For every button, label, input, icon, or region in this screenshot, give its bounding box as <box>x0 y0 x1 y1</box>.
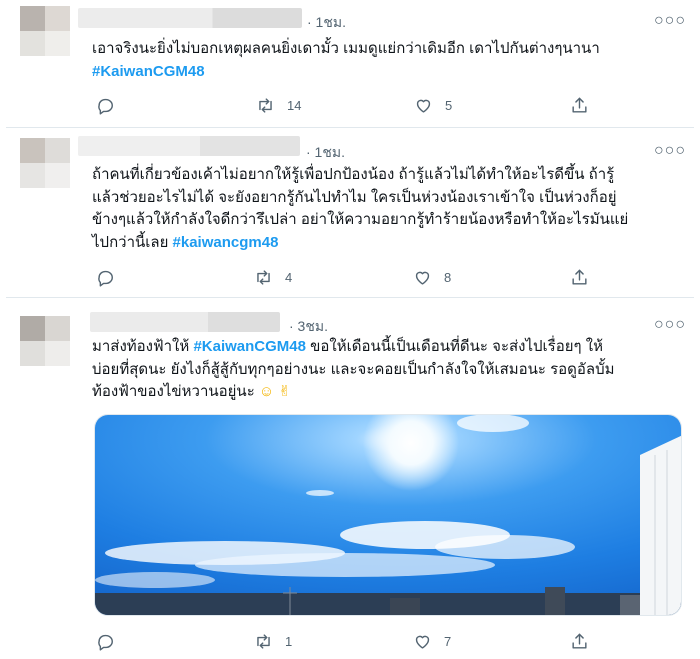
like-button[interactable]: 7 <box>413 629 451 653</box>
like-count: 7 <box>444 633 452 649</box>
share-icon <box>572 633 587 649</box>
retweet-icon <box>259 97 272 113</box>
retweet-count: 1 <box>285 633 293 649</box>
tweet-text-line: แล้วช่วยอะไรไม่ได้ จะยังอยากรู้กันไปทำไม… <box>92 188 617 206</box>
reply-button[interactable] <box>96 629 115 653</box>
tweet-text-line: ข้างๆแล้วให้กำลังใจดีกว่ารึเปล่า อย่าให้… <box>92 211 629 228</box>
heart-icon <box>415 635 430 649</box>
tweet-text-line: บ่อยที่สุดนะ ยังไงก็สู้สู้กับทุกๆอย่างนะ… <box>92 360 615 378</box>
reply-icon <box>98 270 113 287</box>
retweet-button[interactable]: 4 <box>254 265 292 289</box>
tweet-text: เอาจริงนะยิ่งไม่บอกเหตุผลคนยิ่งเดามั้ว เ… <box>92 38 600 83</box>
retweet-icon <box>257 269 270 285</box>
hashtag-link[interactable]: #KaiwanCGM48 <box>92 61 600 84</box>
more-dots-icon[interactable]: ○○○ <box>654 12 686 30</box>
avatar[interactable] <box>20 138 70 188</box>
like-count: 8 <box>444 269 452 285</box>
tweet-actions: 1 7 <box>96 629 616 653</box>
heart-icon <box>416 99 431 113</box>
share-button[interactable] <box>570 265 589 289</box>
username-blurred[interactable] <box>78 136 300 156</box>
reply-icon <box>98 98 113 115</box>
reply-icon <box>98 634 113 651</box>
tweet-1[interactable]: · 1ชม. ○○○ เอาจริงนะยิ่งไม่บอกเหตุผลคนยิ… <box>6 0 694 128</box>
like-button[interactable]: 5 <box>414 93 452 117</box>
username-blurred[interactable] <box>78 8 302 28</box>
retweet-count: 4 <box>285 269 293 285</box>
tweet-text-line: ไปกว่านี้เลย #kaiwancgm48 <box>92 232 628 255</box>
tweet-text-segment: ขอให้เดือนนี้เป็นเดือนที่ดีนะ จะส่งไปเรื… <box>310 338 603 355</box>
share-button[interactable] <box>570 93 589 117</box>
tweet-text-segment: ไปกว่านี้เลย <box>92 233 169 251</box>
reply-button[interactable] <box>96 93 115 117</box>
tweet-text: มาส่งท้องฟ้าให้ #KaiwanCGM48 ขอให้เดือนน… <box>92 336 615 404</box>
like-count: 5 <box>445 97 453 113</box>
tweet-text-line: ท้องฟ้าของไข่หวานอยู่นะ ☺ ✌ <box>92 381 615 404</box>
share-icon <box>572 97 587 113</box>
emoji: ☺ ✌ <box>258 383 291 400</box>
tweet-timestamp[interactable]: · 1ชม. <box>306 142 345 164</box>
tweet-photo-sky[interactable] <box>94 414 682 616</box>
tweet-actions: 14 5 <box>96 93 616 117</box>
retweet-button[interactable]: 14 <box>256 93 301 117</box>
avatar[interactable] <box>20 316 70 366</box>
tweet-text-line: ถ้าคนที่เกี่ยวข้องเค้าไม่อยากให้รู้เพื่อ… <box>92 166 615 183</box>
retweet-count: 14 <box>287 97 302 113</box>
tweet-text-segment: มาส่งท้องฟ้าให้ <box>92 338 190 355</box>
tweet-text-line: เอาจริงนะยิ่งไม่บอกเหตุผลคนยิ่งเดามั้ว เ… <box>92 40 600 57</box>
more-dots-icon[interactable]: ○○○ <box>654 142 686 160</box>
sky-photo-image <box>95 415 681 615</box>
like-button[interactable]: 8 <box>413 265 451 289</box>
tweet-timestamp[interactable]: · 3ชม. <box>289 316 328 338</box>
tweet-actions: 4 8 <box>96 265 616 289</box>
tweet-2[interactable]: · 1ชม. ○○○ ถ้าคนที่เกี่ยวข้องเค้าไม่อยาก… <box>6 128 694 298</box>
hashtag-link[interactable]: #KaiwanCGM48 <box>193 338 306 355</box>
tweet-text: ถ้าคนที่เกี่ยวข้องเค้าไม่อยากให้รู้เพื่อ… <box>92 164 628 254</box>
reply-button[interactable] <box>96 265 115 289</box>
more-dots-icon[interactable]: ○○○ <box>654 316 686 334</box>
share-icon <box>572 269 587 285</box>
hashtag-link[interactable]: #kaiwancgm48 <box>173 234 279 251</box>
heart-icon <box>415 271 430 285</box>
tweet-timestamp[interactable]: · 1ชม. <box>307 12 346 34</box>
retweet-button[interactable]: 1 <box>254 629 292 653</box>
tweet-3[interactable]: · 3ชม. ○○○ มาส่งท้องฟ้าให้ #KaiwanCGM48 … <box>6 298 694 659</box>
retweet-icon <box>257 633 270 649</box>
share-button[interactable] <box>570 629 589 653</box>
tweet-text-line: มาส่งท้องฟ้าให้ #KaiwanCGM48 ขอให้เดือนน… <box>92 336 615 359</box>
username-blurred[interactable] <box>90 312 280 332</box>
avatar[interactable] <box>20 6 70 56</box>
tweet-text-segment: ท้องฟ้าของไข่หวานอยู่นะ <box>92 383 255 400</box>
